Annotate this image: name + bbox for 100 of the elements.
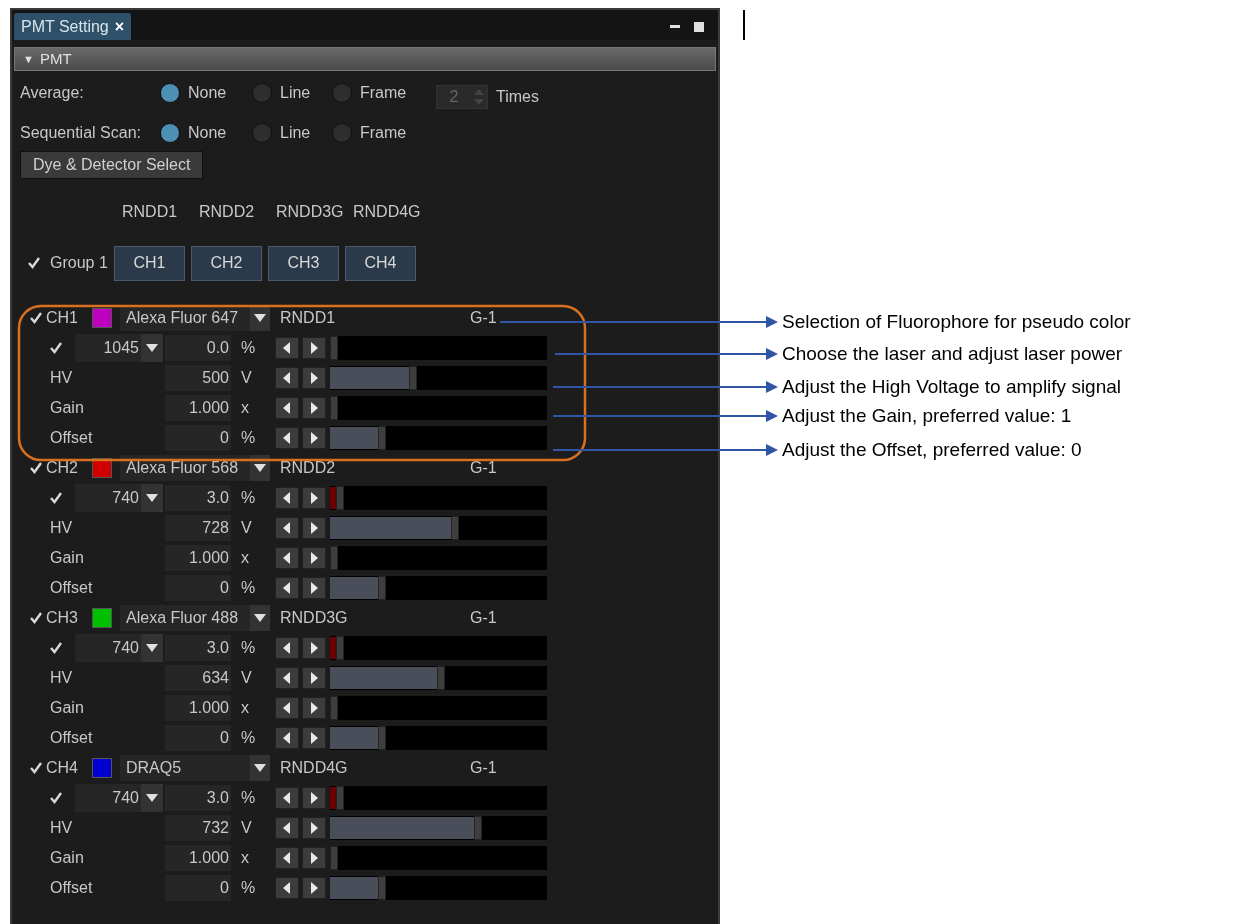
checkbox[interactable] bbox=[48, 490, 64, 506]
close-button[interactable]: × bbox=[114, 14, 125, 39]
decrease-button[interactable] bbox=[275, 847, 299, 869]
slider-thumb[interactable] bbox=[330, 396, 338, 420]
laser-dropdown[interactable]: 1045 bbox=[75, 334, 163, 362]
radio-button[interactable] bbox=[160, 83, 180, 103]
slider-track[interactable] bbox=[330, 696, 547, 720]
color-swatch[interactable] bbox=[92, 308, 112, 328]
decrease-button[interactable] bbox=[275, 367, 299, 389]
slider-track[interactable] bbox=[330, 486, 547, 510]
radio-option[interactable]: None bbox=[160, 81, 252, 105]
decrease-button[interactable] bbox=[275, 877, 299, 899]
increase-button[interactable] bbox=[302, 547, 326, 569]
value-field[interactable]: 0 bbox=[165, 725, 231, 751]
decrease-button[interactable] bbox=[275, 517, 299, 539]
value-field[interactable]: 0 bbox=[165, 875, 231, 901]
laser-dropdown[interactable]: 740 bbox=[75, 634, 163, 662]
slider-track[interactable] bbox=[330, 546, 547, 570]
dye-detector-button[interactable]: Dye & Detector Select bbox=[20, 151, 204, 179]
increase-button[interactable] bbox=[302, 787, 326, 809]
slider-track[interactable] bbox=[330, 786, 547, 810]
increase-button[interactable] bbox=[302, 337, 326, 359]
dye-dropdown[interactable]: Alexa Fluor 488 bbox=[120, 605, 270, 631]
checkbox[interactable] bbox=[26, 255, 42, 271]
radio-option[interactable]: Line bbox=[252, 121, 332, 145]
section-header[interactable]: ▼ PMT bbox=[14, 47, 716, 71]
value-field[interactable]: 732 bbox=[165, 815, 231, 841]
laser-dropdown[interactable]: 740 bbox=[75, 484, 163, 512]
dye-dropdown[interactable]: Alexa Fluor 568 bbox=[120, 455, 270, 481]
increase-button[interactable] bbox=[302, 487, 326, 509]
decrease-button[interactable] bbox=[275, 397, 299, 419]
slider-thumb[interactable] bbox=[378, 576, 386, 600]
radio-button[interactable] bbox=[252, 83, 272, 103]
slider-track[interactable] bbox=[330, 846, 547, 870]
slider-thumb[interactable] bbox=[378, 876, 386, 900]
slider-track[interactable] bbox=[330, 366, 547, 390]
slider-thumb[interactable] bbox=[336, 486, 344, 510]
channel-button[interactable]: CH3 bbox=[268, 245, 339, 281]
decrease-button[interactable] bbox=[275, 727, 299, 749]
slider-thumb[interactable] bbox=[378, 726, 386, 750]
value-field[interactable]: 0 bbox=[165, 575, 231, 601]
checkbox[interactable] bbox=[48, 640, 64, 656]
slider-thumb[interactable] bbox=[330, 696, 338, 720]
decrease-button[interactable] bbox=[275, 487, 299, 509]
checkbox[interactable] bbox=[28, 610, 44, 626]
slider-track[interactable] bbox=[330, 816, 547, 840]
value-field[interactable]: 3.0 bbox=[165, 635, 231, 661]
radio-button[interactable] bbox=[332, 83, 352, 103]
channel-button[interactable]: CH1 bbox=[114, 245, 185, 281]
decrease-button[interactable] bbox=[275, 817, 299, 839]
slider-thumb[interactable] bbox=[378, 426, 386, 450]
decrease-button[interactable] bbox=[275, 337, 299, 359]
checkbox[interactable] bbox=[28, 460, 44, 476]
radio-button[interactable] bbox=[252, 123, 272, 143]
slider-track[interactable] bbox=[330, 876, 547, 900]
radio-button[interactable] bbox=[160, 123, 180, 143]
increase-button[interactable] bbox=[302, 517, 326, 539]
slider-track[interactable] bbox=[330, 516, 547, 540]
value-field[interactable]: 500 bbox=[165, 365, 231, 391]
increase-button[interactable] bbox=[302, 637, 326, 659]
value-field[interactable]: 1.000 bbox=[165, 545, 231, 571]
dye-dropdown[interactable]: Alexa Fluor 647 bbox=[120, 305, 270, 331]
slider-thumb[interactable] bbox=[330, 846, 338, 870]
value-field[interactable]: 1.000 bbox=[165, 695, 231, 721]
slider-thumb[interactable] bbox=[330, 336, 338, 360]
increase-button[interactable] bbox=[302, 847, 326, 869]
slider-thumb[interactable] bbox=[330, 546, 338, 570]
radio-option[interactable]: Line bbox=[252, 81, 332, 105]
radio-option[interactable]: Frame bbox=[332, 81, 424, 105]
slider-track[interactable] bbox=[330, 576, 547, 600]
slider-track[interactable] bbox=[330, 636, 547, 660]
decrease-button[interactable] bbox=[275, 637, 299, 659]
radio-button[interactable] bbox=[332, 123, 352, 143]
slider-thumb[interactable] bbox=[409, 366, 417, 390]
value-field[interactable]: 0.0 bbox=[165, 335, 231, 361]
checkbox[interactable] bbox=[48, 790, 64, 806]
slider-thumb[interactable] bbox=[437, 666, 445, 690]
increase-button[interactable] bbox=[302, 877, 326, 899]
value-field[interactable]: 634 bbox=[165, 665, 231, 691]
slider-track[interactable] bbox=[330, 666, 547, 690]
slider-thumb[interactable] bbox=[474, 816, 482, 840]
channel-button[interactable]: CH4 bbox=[345, 245, 416, 281]
decrease-button[interactable] bbox=[275, 427, 299, 449]
slider-thumb[interactable] bbox=[336, 786, 344, 810]
increase-button[interactable] bbox=[302, 727, 326, 749]
decrease-button[interactable] bbox=[275, 787, 299, 809]
checkbox[interactable] bbox=[28, 760, 44, 776]
slider-thumb[interactable] bbox=[451, 516, 459, 540]
color-swatch[interactable] bbox=[92, 608, 112, 628]
checkbox[interactable] bbox=[48, 340, 64, 356]
radio-option[interactable]: None bbox=[160, 121, 252, 145]
increase-button[interactable] bbox=[302, 427, 326, 449]
value-field[interactable]: 3.0 bbox=[165, 785, 231, 811]
value-field[interactable]: 0 bbox=[165, 425, 231, 451]
expand-arrow[interactable]: ▼ bbox=[23, 50, 34, 68]
increase-button[interactable] bbox=[302, 367, 326, 389]
dye-dropdown[interactable]: DRAQ5 bbox=[120, 755, 270, 781]
value-field[interactable]: 3.0 bbox=[165, 485, 231, 511]
decrease-button[interactable] bbox=[275, 547, 299, 569]
value-field[interactable]: 1.000 bbox=[165, 395, 231, 421]
